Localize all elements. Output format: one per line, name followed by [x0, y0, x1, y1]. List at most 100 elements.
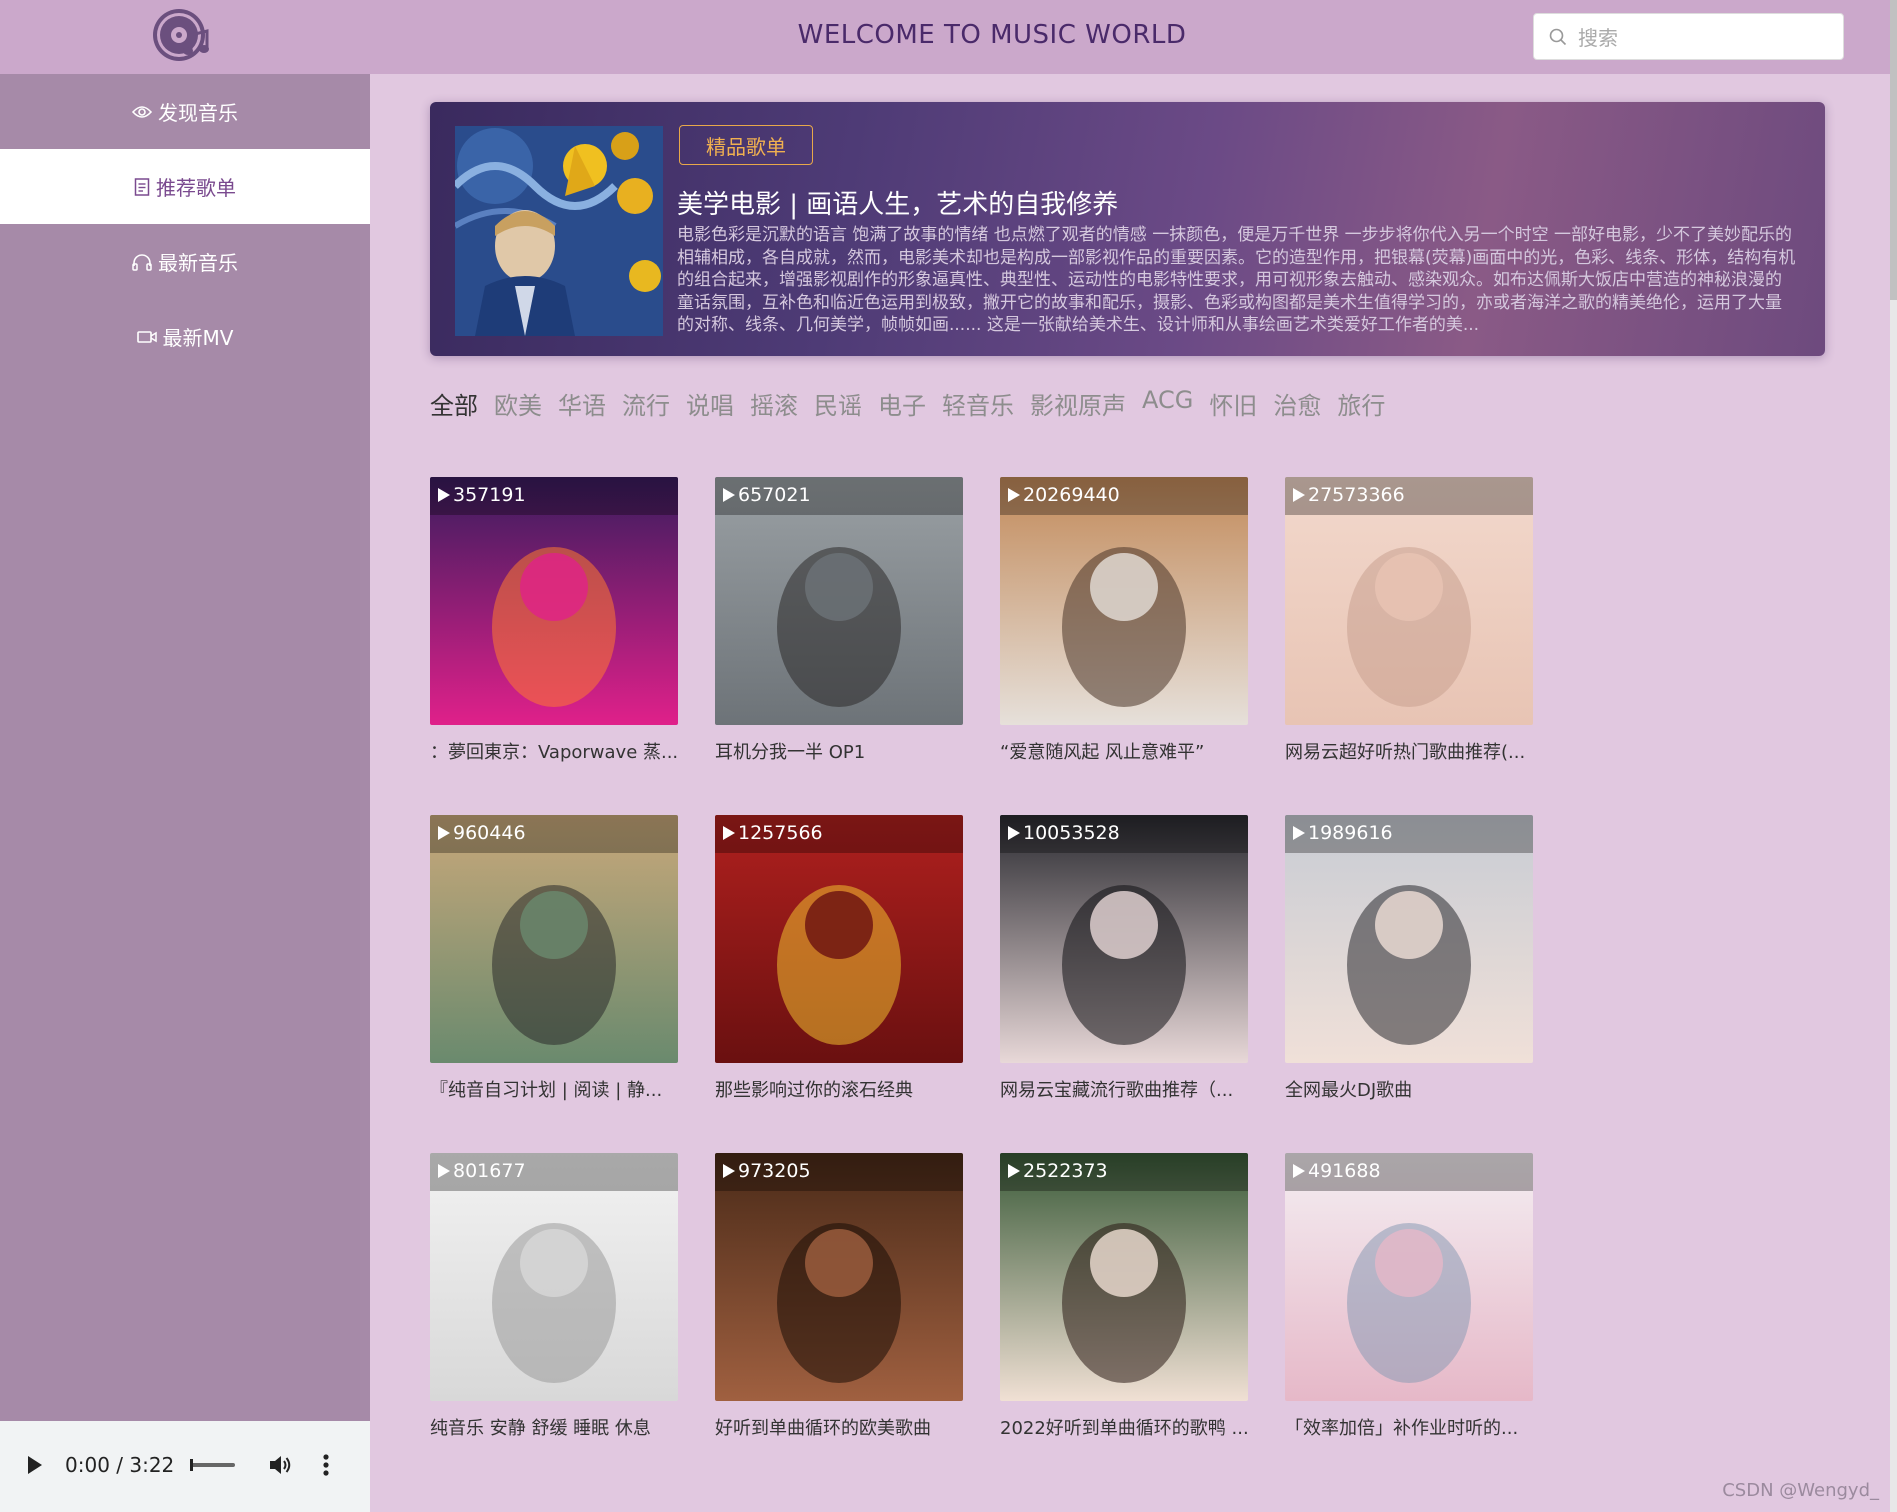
- sidebar-item-discover-music[interactable]: 发现音乐: [0, 74, 370, 149]
- playlist-cover[interactable]: 20269440: [1000, 477, 1248, 725]
- play-count-bar: 801677: [430, 1153, 678, 1191]
- category-tag[interactable]: 华语: [558, 386, 606, 421]
- search-box[interactable]: [1533, 13, 1844, 61]
- playlist-card[interactable]: 357191 ：夢回東京：Vaporwave 蒸...: [430, 477, 678, 764]
- playlist-card[interactable]: 801677 纯音乐 安静 舒缓 睡眠 休息: [430, 1153, 678, 1440]
- banner-description: 电影色彩是沉默的语言 饱满了故事的情绪 也点燃了观者的情感 一抹颜色，便是万千世…: [677, 225, 1796, 336]
- play-count-bar: 973205: [715, 1153, 963, 1191]
- document-icon: [134, 177, 150, 196]
- playlist-card[interactable]: 27573366 网易云超好听热门歌曲推荐(...: [1285, 477, 1533, 764]
- category-tags: 全部 欧美 华语 流行 说唱 摇滚 民谣 电子 轻音乐 影视原声 ACG 怀旧 治愈 旅行: [430, 386, 1401, 421]
- playlist-card[interactable]: 1257566 那些影响过你的滚石经典: [715, 815, 963, 1102]
- playlist-card[interactable]: 10053528 网易云宝藏流行歌曲推荐（...: [1000, 815, 1248, 1102]
- category-tag[interactable]: 治愈: [1273, 386, 1321, 421]
- category-tag[interactable]: 电子: [878, 386, 926, 421]
- play-triangle-icon: [1008, 1164, 1020, 1178]
- category-tag[interactable]: 影视原声: [1030, 386, 1126, 421]
- playlist-card[interactable]: 20269440 “爱意随风起 风止意难平”: [1000, 477, 1248, 764]
- category-tag[interactable]: 全部: [430, 386, 478, 421]
- more-options-icon[interactable]: [322, 1453, 330, 1477]
- play-triangle-icon: [438, 488, 450, 502]
- playlist-cover[interactable]: 1989616: [1285, 815, 1533, 1063]
- sidebar-item-label: 发现音乐: [158, 101, 238, 125]
- playlist-title[interactable]: 那些影响过你的滚石经典: [715, 1076, 963, 1102]
- playlist-cover[interactable]: 10053528: [1000, 815, 1248, 1063]
- playlist-title[interactable]: 耳机分我一半 OP1: [715, 738, 963, 764]
- category-tag[interactable]: ACG: [1142, 386, 1193, 421]
- sidebar-item-latest-mv[interactable]: 最新MV: [0, 299, 370, 374]
- playback-time: 0:00 / 3:22: [65, 1453, 175, 1477]
- play-count: 657021: [738, 484, 811, 506]
- page-scrollbar[interactable]: [1890, 0, 1897, 1512]
- featured-playlist-banner[interactable]: 精品歌单 美学电影 | 画语人生，艺术的自我修养 电影色彩是沉默的语言 饱满了故…: [430, 102, 1825, 356]
- scrollbar-thumb[interactable]: [1890, 0, 1897, 300]
- play-triangle-icon: [1293, 826, 1305, 840]
- sidebar-item-label: 最新音乐: [158, 251, 238, 275]
- sidebar-item-latest-music[interactable]: 最新音乐: [0, 224, 370, 299]
- playlist-cover[interactable]: 1257566: [715, 815, 963, 1063]
- play-triangle-icon: [1293, 488, 1305, 502]
- play-count-bar: 657021: [715, 477, 963, 515]
- playlist-title[interactable]: 「效率加倍」补作业时听的...: [1285, 1414, 1533, 1440]
- play-count-bar: 357191: [430, 477, 678, 515]
- playlist-card[interactable]: 960446 『纯音自习计划 | 阅读 | 静...: [430, 815, 678, 1102]
- search-input[interactable]: [1576, 14, 1840, 61]
- play-count-bar: 1257566: [715, 815, 963, 853]
- category-tag[interactable]: 怀旧: [1209, 386, 1257, 421]
- play-count: 960446: [453, 822, 526, 844]
- playlist-cover[interactable]: 801677: [430, 1153, 678, 1401]
- category-tag[interactable]: 旅行: [1337, 386, 1385, 421]
- volume-icon[interactable]: [268, 1453, 294, 1477]
- playlist-card[interactable]: 1989616 全网最火DJ歌曲: [1285, 815, 1533, 1102]
- playlist-title[interactable]: ：夢回東京：Vaporwave 蒸...: [430, 738, 678, 764]
- playlist-card[interactable]: 2522373 2022好听到单曲循环的歌鸭 ...: [1000, 1153, 1248, 1440]
- category-tag[interactable]: 轻音乐: [942, 386, 1014, 421]
- banner-title[interactable]: 美学电影 | 画语人生，艺术的自我修养: [677, 184, 1118, 221]
- play-icon[interactable]: [26, 1455, 44, 1475]
- playlist-cover[interactable]: 491688: [1285, 1153, 1533, 1401]
- play-count-bar: 20269440: [1000, 477, 1248, 515]
- play-count: 1257566: [738, 822, 823, 844]
- playlist-cover[interactable]: 2522373: [1000, 1153, 1248, 1401]
- playlist-title[interactable]: “爱意随风起 风止意难平”: [1000, 738, 1248, 764]
- playlist-cover[interactable]: 973205: [715, 1153, 963, 1401]
- play-count: 801677: [453, 1160, 526, 1182]
- sidebar: 发现音乐 推荐歌单 最新音乐 最新MV: [0, 74, 370, 1421]
- category-tag[interactable]: 欧美: [494, 386, 542, 421]
- category-tag[interactable]: 摇滚: [750, 386, 798, 421]
- playlist-cover[interactable]: 960446: [430, 815, 678, 1063]
- play-triangle-icon: [723, 488, 735, 502]
- play-triangle-icon: [438, 1164, 450, 1178]
- audio-player: 0:00 / 3:22: [0, 1421, 370, 1512]
- play-count-bar: 27573366: [1285, 477, 1533, 515]
- playlist-card[interactable]: 973205 好听到单曲循环的欧美歌曲: [715, 1153, 963, 1440]
- playlist-cover[interactable]: 27573366: [1285, 477, 1533, 725]
- playlist-title[interactable]: 『纯音自习计划 | 阅读 | 静...: [430, 1076, 678, 1102]
- category-tag[interactable]: 说唱: [686, 386, 734, 421]
- playlist-title[interactable]: 好听到单曲循环的欧美歌曲: [715, 1414, 963, 1440]
- play-count: 357191: [453, 484, 526, 506]
- eye-icon: [132, 105, 152, 118]
- play-count: 2522373: [1023, 1160, 1108, 1182]
- playlist-title[interactable]: 纯音乐 安静 舒缓 睡眠 休息: [430, 1414, 678, 1440]
- headphones-icon: [132, 253, 152, 271]
- playlist-title[interactable]: 网易云宝藏流行歌曲推荐（...: [1000, 1076, 1248, 1102]
- playlist-cover[interactable]: 657021: [715, 477, 963, 725]
- playlist-title[interactable]: 全网最火DJ歌曲: [1285, 1076, 1533, 1102]
- playlist-title[interactable]: 2022好听到单曲循环的歌鸭 ...: [1000, 1414, 1248, 1440]
- progress-slider[interactable]: [190, 1459, 235, 1471]
- play-count: 491688: [1308, 1160, 1381, 1182]
- featured-cover-image[interactable]: [455, 126, 663, 336]
- search-icon: [1549, 28, 1567, 46]
- category-tag[interactable]: 流行: [622, 386, 670, 421]
- sidebar-item-recommended-playlists[interactable]: 推荐歌单: [0, 149, 370, 224]
- playlist-card[interactable]: 491688 「效率加倍」补作业时听的...: [1285, 1153, 1533, 1440]
- progress-knob[interactable]: [190, 1459, 193, 1471]
- category-tag[interactable]: 民谣: [814, 386, 862, 421]
- play-count-bar: 1989616: [1285, 815, 1533, 853]
- play-triangle-icon: [723, 826, 735, 840]
- playlist-title[interactable]: 网易云超好听热门歌曲推荐(...: [1285, 738, 1533, 764]
- video-icon: [136, 330, 157, 343]
- playlist-card[interactable]: 657021 耳机分我一半 OP1: [715, 477, 963, 764]
- playlist-cover[interactable]: 357191: [430, 477, 678, 725]
